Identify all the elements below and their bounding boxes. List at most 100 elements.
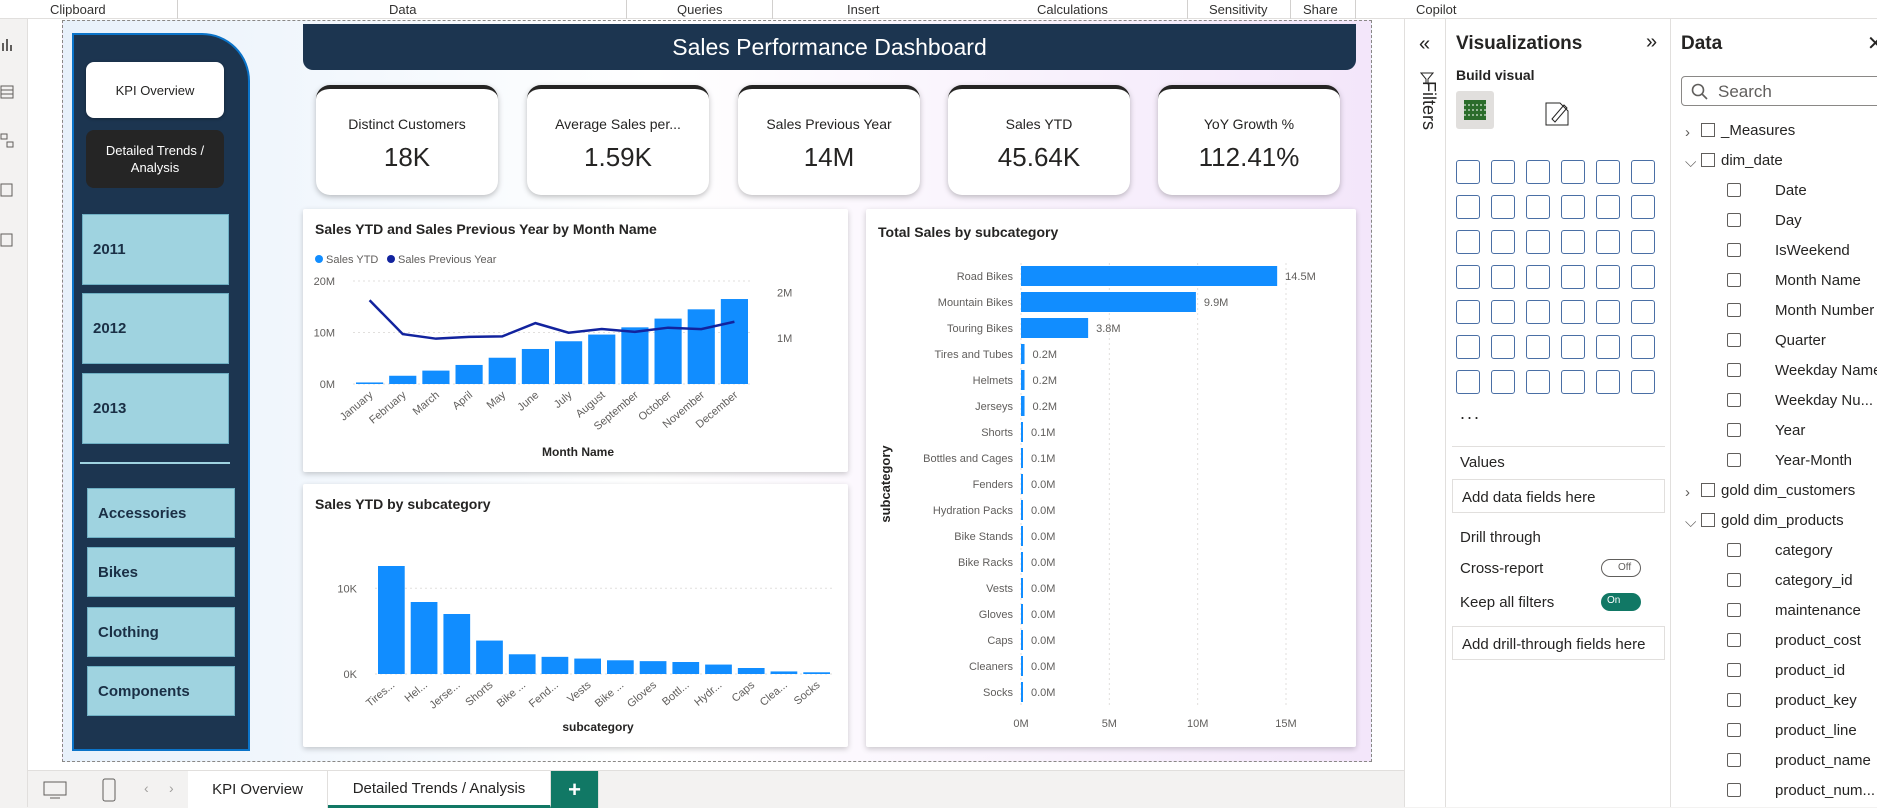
expand-right-icon[interactable]: » — [1646, 31, 1657, 54]
visual-type-icon[interactable] — [1561, 335, 1585, 359]
data-field-name[interactable]: IsWeekend — [1775, 242, 1850, 259]
kpi-card-average-sales[interactable]: Average Sales per... 1.59K — [527, 85, 709, 195]
visual-type-icon[interactable] — [1561, 300, 1585, 324]
visual-type-icon[interactable] — [1456, 195, 1480, 219]
format-visual-icon[interactable] — [1542, 97, 1574, 129]
visual-type-icon[interactable] — [1561, 160, 1585, 184]
visual-type-icon[interactable] — [1596, 195, 1620, 219]
visual-type-icon[interactable] — [1596, 265, 1620, 289]
visual-type-icon[interactable] — [1491, 195, 1515, 219]
ribbon-group-sensitivity[interactable]: Sensitivity — [1209, 2, 1268, 17]
visual-type-icon[interactable] — [1491, 265, 1515, 289]
add-page-button[interactable]: + — [551, 771, 599, 808]
data-field-name[interactable]: Year-Month — [1775, 452, 1852, 469]
kpi-overview-button[interactable]: KPI Overview — [86, 62, 224, 118]
data-field-name[interactable]: product_key — [1775, 692, 1857, 709]
data-field-name[interactable]: Day — [1775, 212, 1802, 229]
data-field-name[interactable]: Weekday Nu... — [1775, 392, 1873, 409]
category-slicer-clothing[interactable]: Clothing — [87, 607, 235, 657]
data-field-name[interactable]: Year — [1775, 422, 1805, 439]
data-field-name[interactable]: Quarter — [1775, 332, 1826, 349]
visual-type-icon[interactable] — [1596, 230, 1620, 254]
visual-type-icon[interactable] — [1631, 230, 1655, 254]
data-table-name[interactable]: gold dim_products — [1721, 512, 1844, 529]
field-checkbox[interactable] — [1727, 393, 1741, 407]
visual-type-icon[interactable] — [1491, 230, 1515, 254]
visual-type-icon[interactable] — [1631, 335, 1655, 359]
visual-type-icon[interactable] — [1526, 265, 1550, 289]
visual-type-icon[interactable] — [1596, 335, 1620, 359]
visual-type-icon[interactable] — [1631, 300, 1655, 324]
mobile-layout-icon[interactable] — [102, 778, 116, 802]
visual-type-icon[interactable] — [1596, 160, 1620, 184]
data-field-name[interactable]: category_id — [1775, 572, 1853, 589]
data-field-name[interactable]: Date — [1775, 182, 1807, 199]
field-checkbox[interactable] — [1727, 423, 1741, 437]
data-search-input[interactable]: Search — [1681, 76, 1877, 106]
field-checkbox[interactable] — [1727, 303, 1741, 317]
kpi-card-distinct-customers[interactable]: Distinct Customers 18K — [316, 85, 498, 195]
tmdl-view-icon[interactable] — [0, 231, 14, 249]
field-checkbox[interactable] — [1727, 183, 1741, 197]
field-checkbox[interactable] — [1727, 693, 1741, 707]
visual-type-icon[interactable] — [1526, 160, 1550, 184]
visual-type-icon[interactable] — [1631, 195, 1655, 219]
drill-through-well[interactable]: Add drill-through fields here — [1452, 626, 1665, 660]
visual-type-icon[interactable] — [1561, 195, 1585, 219]
data-table-name[interactable]: _Measures — [1721, 122, 1795, 139]
data-field-name[interactable]: maintenance — [1775, 602, 1861, 619]
chevron-right-icon[interactable]: › — [169, 780, 174, 796]
year-slicer-2012[interactable]: 2012 — [82, 293, 229, 364]
visual-type-icon[interactable] — [1561, 230, 1585, 254]
field-checkbox[interactable] — [1727, 213, 1741, 227]
visual-type-icon[interactable] — [1456, 160, 1480, 184]
visual-type-icon[interactable] — [1456, 335, 1480, 359]
category-slicer-components[interactable]: Components — [87, 666, 235, 716]
field-checkbox[interactable] — [1727, 453, 1741, 467]
desktop-layout-icon[interactable] — [42, 780, 68, 800]
visual-type-icon[interactable] — [1456, 230, 1480, 254]
tab-kpi-overview[interactable]: KPI Overview — [188, 771, 328, 808]
kpi-card-yoy-growth[interactable]: YoY Growth % 112.41% — [1158, 85, 1340, 195]
ribbon-group-data[interactable]: Data — [389, 2, 416, 17]
build-visual-tab[interactable] — [1456, 91, 1494, 129]
chevron-right-icon[interactable]: › — [1685, 484, 1690, 501]
chart-sales-ytd-subcategory[interactable]: Sales YTD by subcategory 10K 0K Tires... He… — [303, 484, 848, 747]
data-field-name[interactable]: Weekday Name — [1775, 362, 1877, 379]
model-view-icon[interactable] — [0, 132, 14, 150]
report-view-icon[interactable] — [0, 35, 14, 53]
chevron-left-icon[interactable]: ‹ — [144, 780, 149, 796]
kpi-card-sales-previous-year[interactable]: Sales Previous Year 14M — [738, 85, 920, 195]
data-field-name[interactable]: product_num... — [1775, 782, 1875, 799]
visual-type-icon[interactable] — [1596, 300, 1620, 324]
visual-type-icon[interactable] — [1491, 370, 1515, 394]
collapse-left-icon[interactable]: « — [1419, 33, 1430, 56]
visual-type-icon[interactable] — [1526, 370, 1550, 394]
year-slicer-2011[interactable]: 2011 — [82, 214, 229, 285]
ribbon-group-clipboard[interactable]: Clipboard — [50, 2, 106, 17]
chevron-down-icon[interactable]: ⌵ — [1685, 514, 1696, 531]
visual-type-icon[interactable] — [1631, 160, 1655, 184]
visual-type-icon[interactable] — [1491, 300, 1515, 324]
detailed-trends-button[interactable]: Detailed Trends / Analysis — [86, 130, 224, 188]
dax-query-icon[interactable] — [0, 181, 14, 199]
ribbon-group-share[interactable]: Share — [1303, 2, 1338, 17]
chevron-down-icon[interactable]: ⌵ — [1685, 154, 1696, 171]
field-checkbox[interactable] — [1727, 663, 1741, 677]
data-field-name[interactable]: product_id — [1775, 662, 1845, 679]
data-field-name[interactable]: Month Number — [1775, 302, 1874, 319]
category-slicer-accessories[interactable]: Accessories — [87, 488, 235, 538]
filters-pane[interactable]: « Filters — [1404, 19, 1446, 807]
data-field-name[interactable]: product_cost — [1775, 632, 1861, 649]
values-well[interactable]: Add data fields here — [1452, 479, 1665, 513]
field-checkbox[interactable] — [1727, 633, 1741, 647]
field-checkbox[interactable] — [1727, 723, 1741, 737]
cross-report-toggle[interactable]: Off — [1601, 559, 1641, 577]
visual-type-icon[interactable] — [1631, 370, 1655, 394]
year-slicer-2013[interactable]: 2013 — [82, 373, 229, 444]
ribbon-group-calculations[interactable]: Calculations — [1037, 2, 1108, 17]
data-field-name[interactable]: category — [1775, 542, 1833, 559]
data-field-name[interactable]: Month Name — [1775, 272, 1861, 289]
close-icon[interactable]: ✕ — [1867, 31, 1877, 56]
more-visuals-button[interactable]: ... — [1460, 403, 1481, 424]
